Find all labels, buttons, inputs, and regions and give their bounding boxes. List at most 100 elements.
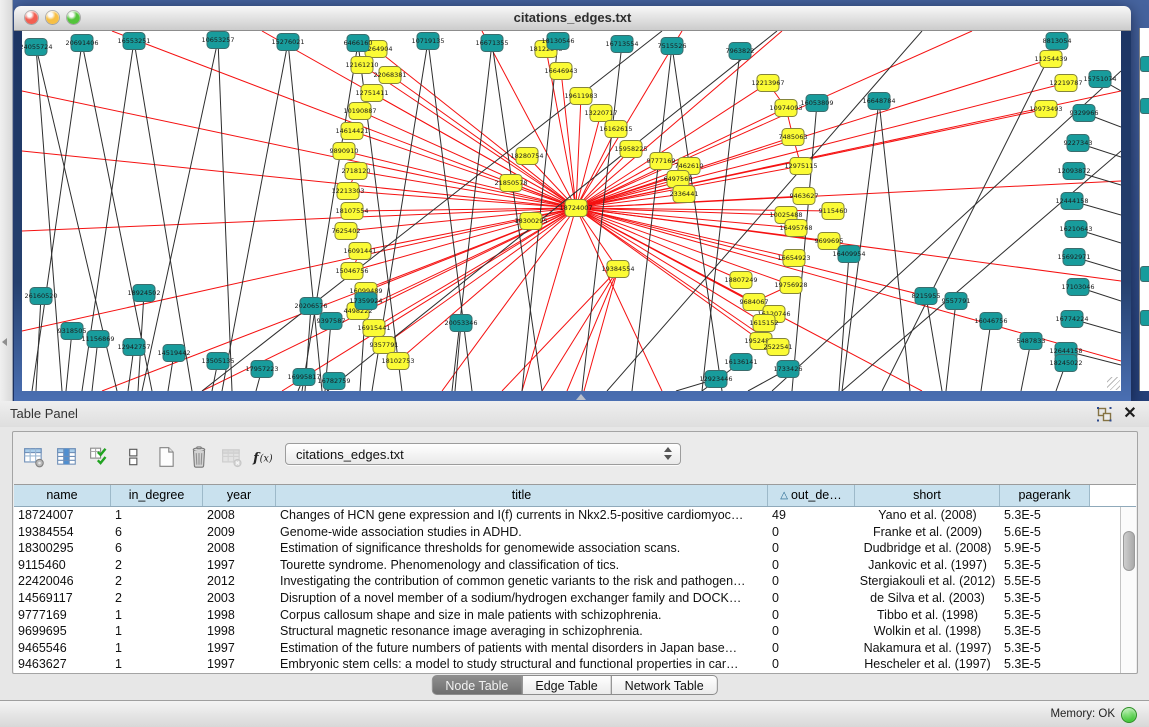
citation-edge-red[interactable] xyxy=(360,208,576,251)
table-row[interactable]: 969969511998Structural magnetic resonanc… xyxy=(14,623,1121,640)
graph-node[interactable]: 9397587 xyxy=(317,313,346,330)
graph-node[interactable]: 16671355 xyxy=(475,35,508,52)
table-row[interactable]: 1938455462009Genome-wide association stu… xyxy=(14,524,1121,541)
graph-node[interactable]: 16091441 xyxy=(343,243,376,260)
graph-node[interactable]: 10653257 xyxy=(201,32,234,49)
graph-node[interactable]: 2336441 xyxy=(670,186,699,203)
graph-node[interactable]: 15692971 xyxy=(1057,249,1090,266)
graph-node[interactable]: 16713554 xyxy=(605,36,638,53)
tab-node-table[interactable]: Node Table xyxy=(431,675,522,695)
column-header-name[interactable]: name xyxy=(14,485,111,506)
graph-node[interactable]: 19756928 xyxy=(774,277,807,294)
graph-node[interactable]: 15751074 xyxy=(1083,71,1116,88)
citation-edge-red[interactable] xyxy=(542,269,618,391)
close-panel-icon[interactable]: ✕ xyxy=(1121,403,1139,425)
citation-edge-black[interactable] xyxy=(288,42,322,391)
table-row[interactable]: 1456911722003Disruption of a novel membe… xyxy=(14,590,1121,607)
show-columns-button[interactable] xyxy=(52,442,82,472)
graph-node[interactable]: 7625402 xyxy=(332,223,361,240)
graph-node[interactable]: 5487833 xyxy=(1017,333,1046,350)
graph-node[interactable]: 16053809 xyxy=(800,95,833,112)
graph-node[interactable]: 12093872 xyxy=(1057,163,1090,180)
table-row[interactable]: 911546021997Tourette syndrome. Phenomeno… xyxy=(14,557,1121,574)
graph-node[interactable]: 9329966 xyxy=(1070,105,1099,122)
graph-node[interactable]: 12444158 xyxy=(1055,193,1088,210)
table-row[interactable]: 1872400712008Changes of HCN gene express… xyxy=(14,507,1121,524)
graph-node[interactable]: 24055724 xyxy=(22,39,53,56)
window-titlebar[interactable]: citations_edges.txt xyxy=(14,6,1131,31)
graph-node[interactable]: 16782759 xyxy=(317,373,350,390)
graph-node[interactable]: 9777169 xyxy=(647,153,676,170)
citation-edge-black[interactable] xyxy=(879,101,910,391)
citation-edge-black[interactable] xyxy=(202,31,662,391)
graph-node[interactable]: 16162615 xyxy=(599,121,632,138)
graph-node[interactable]: 12213967 xyxy=(751,75,784,92)
citation-edge-red[interactable] xyxy=(398,208,576,361)
graph-node[interactable]: 16046756 xyxy=(974,313,1007,330)
graph-node[interactable]: 13220717 xyxy=(584,105,617,122)
graph-node[interactable]: 16654923 xyxy=(777,250,810,267)
citation-edge-red[interactable] xyxy=(576,208,1121,281)
graph-node[interactable]: 7963822 xyxy=(726,43,755,60)
citation-edge-black[interactable] xyxy=(142,40,218,391)
graph-node[interactable]: 26160520 xyxy=(24,288,57,305)
graph-node[interactable]: 2522541 xyxy=(764,339,793,356)
graph-node[interactable]: 17957223 xyxy=(245,361,278,378)
graph-node[interactable]: 9557791 xyxy=(942,293,971,310)
table-row[interactable]: 977716911998Corpus callosum shape and si… xyxy=(14,607,1121,624)
network-canvas[interactable]: 1872400712264904121612102206838112751411… xyxy=(22,31,1121,391)
column-header-out_de[interactable]: △out_de… xyxy=(768,485,855,506)
citation-edge-black[interactable] xyxy=(428,41,472,391)
graph-node[interactable]: 12213303 xyxy=(331,183,364,200)
graph-node[interactable]: 14614421 xyxy=(335,123,368,140)
graph-node[interactable]: 15958225 xyxy=(614,141,647,158)
float-panel-icon[interactable] xyxy=(1095,405,1113,423)
graph-node[interactable]: 18280754 xyxy=(510,148,543,165)
tab-edge-table[interactable]: Edge Table xyxy=(521,675,611,695)
tab-network-table[interactable]: Network Table xyxy=(611,675,718,695)
table-selector[interactable]: citations_edges.txt xyxy=(285,443,681,465)
citation-edge-red[interactable] xyxy=(567,269,618,391)
graph-node[interactable]: 13505135 xyxy=(201,353,234,370)
column-header-short[interactable]: short xyxy=(855,485,1000,506)
table-row[interactable]: 946554611997Estimation of the future num… xyxy=(14,640,1121,657)
table-row[interactable]: 2242004622012Investigating the contribut… xyxy=(14,573,1121,590)
memory-ok-indicator[interactable] xyxy=(1121,707,1137,723)
graph-node[interactable]: 16210643 xyxy=(1059,221,1092,238)
graph-node[interactable]: 6497568 xyxy=(664,171,693,188)
column-header-title[interactable]: title xyxy=(276,485,768,506)
citation-edge-black[interactable] xyxy=(672,46,722,391)
citation-edge-red[interactable] xyxy=(22,208,576,331)
citation-edge-red[interactable] xyxy=(576,129,616,208)
graph-node[interactable]: 20691406 xyxy=(65,35,98,52)
graph-node[interactable]: 19611983 xyxy=(564,88,597,105)
column-header-in_degree[interactable]: in_degree xyxy=(111,485,203,506)
column-header-year[interactable]: year xyxy=(203,485,276,506)
delete-table-button[interactable] xyxy=(184,442,214,472)
citation-edge-black[interactable] xyxy=(222,42,288,391)
network-view-window[interactable]: citations_edges.txt 18724007122649041216… xyxy=(14,6,1131,401)
graph-node[interactable]: 18924502 xyxy=(127,285,160,302)
citation-network-graph[interactable]: 1872400712264904121612102206838112751411… xyxy=(22,31,1121,391)
graph-node[interactable]: 19384554 xyxy=(601,261,634,278)
select-columns-button[interactable] xyxy=(85,442,115,472)
citation-edge-red[interactable] xyxy=(576,31,972,208)
citation-edge-red[interactable] xyxy=(22,91,576,208)
graph-node[interactable]: 6466160 xyxy=(344,35,373,52)
citation-edge-black[interactable] xyxy=(36,296,41,391)
new-table-button[interactable] xyxy=(151,442,181,472)
vertical-scrollbar[interactable] xyxy=(1120,507,1136,673)
citation-edge-red[interactable] xyxy=(362,65,576,208)
graph-node[interactable]: 16915441 xyxy=(357,320,390,337)
graph-node[interactable]: 1733426 xyxy=(774,361,803,378)
citation-edge-black[interactable] xyxy=(702,51,740,391)
citation-edge-red[interactable] xyxy=(384,208,576,345)
graph-node[interactable]: 11254439 xyxy=(1034,51,1067,68)
graph-node[interactable]: 8813054 xyxy=(1043,33,1072,50)
function-builder-button[interactable]: f(x) xyxy=(250,442,280,472)
graph-node[interactable]: 7515526 xyxy=(658,38,687,55)
citation-edge-red[interactable] xyxy=(360,111,576,208)
graph-node[interactable]: 1615152 xyxy=(750,315,779,332)
graph-node[interactable]: 20206576 xyxy=(294,298,327,315)
splitter-handle-icon[interactable] xyxy=(576,394,586,400)
